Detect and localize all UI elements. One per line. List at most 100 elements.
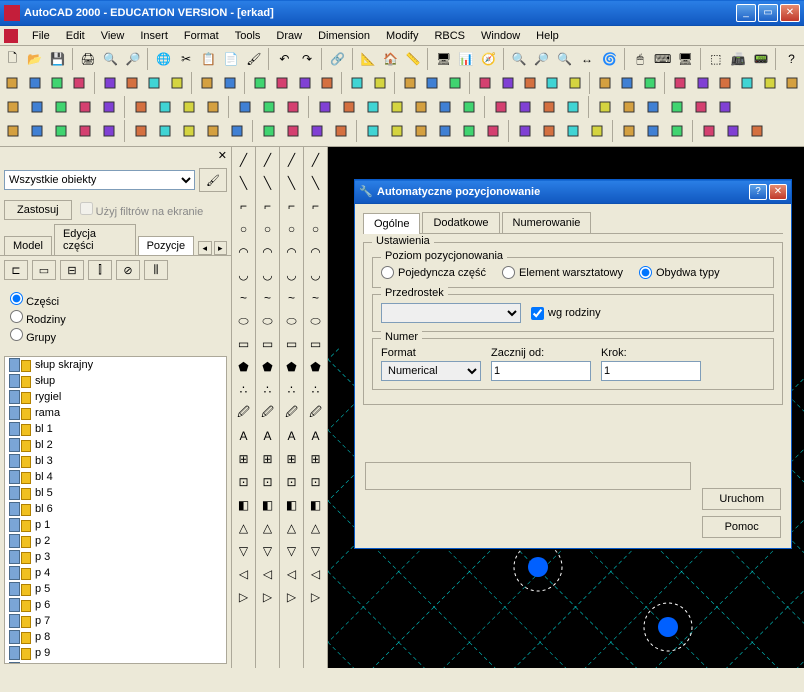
tool-button[interactable]: ◠ [257, 241, 279, 263]
tree-item[interactable]: p 7 [5, 613, 226, 629]
toolbar-button[interactable] [715, 72, 735, 94]
tool-button[interactable]: △ [305, 517, 327, 539]
toolbar-button[interactable] [26, 120, 48, 142]
tool-button[interactable]: ◁ [281, 563, 303, 585]
toolbar-button[interactable] [122, 72, 142, 94]
tool-button[interactable]: ⊞ [257, 448, 279, 470]
tool-button[interactable]: 🖉 [305, 402, 327, 424]
tool-button[interactable]: ◧ [281, 494, 303, 516]
tree-item[interactable]: p 2 [5, 533, 226, 549]
dialog-close-button[interactable]: ✕ [769, 184, 787, 200]
help-button[interactable]: Pomoc [702, 516, 781, 538]
tool-button[interactable]: ╲ [257, 172, 279, 194]
toolbar-button[interactable] [497, 72, 517, 94]
menu-insert[interactable]: Insert [132, 28, 176, 44]
tool-button[interactable]: ○ [233, 218, 255, 240]
toolbar-button[interactable] [458, 120, 480, 142]
tool-button[interactable]: ▷ [281, 586, 303, 608]
toolbar-button[interactable]: 🔍 [509, 48, 530, 70]
tool-button[interactable]: ⊞ [305, 448, 327, 470]
tool-button[interactable]: A [257, 425, 279, 447]
view-icon[interactable]: ⊘ [116, 260, 140, 280]
toolbar-button[interactable]: 🌀 [599, 48, 620, 70]
tool-button[interactable]: ⌐ [257, 195, 279, 217]
tool-button[interactable]: ▷ [257, 586, 279, 608]
toolbar-button[interactable] [410, 96, 432, 118]
tree-item[interactable]: p 5 [5, 581, 226, 597]
toolbar-button[interactable] [490, 96, 512, 118]
dialog-tab-numbering[interactable]: Numerowanie [502, 212, 592, 233]
tool-button[interactable]: ⬟ [305, 356, 327, 378]
tree-item[interactable]: p 4 [5, 565, 226, 581]
tool-button[interactable]: ⊡ [305, 471, 327, 493]
tool-button[interactable]: ▭ [233, 333, 255, 355]
tool-button[interactable]: ⬟ [281, 356, 303, 378]
tool-button[interactable]: ⬭ [281, 310, 303, 332]
toolbar-button[interactable] [586, 120, 608, 142]
tree-item[interactable]: bl 5 [5, 485, 226, 501]
tool-button[interactable]: 🖉 [233, 402, 255, 424]
toolbar-button[interactable] [314, 96, 336, 118]
toolbar-button[interactable] [282, 120, 304, 142]
toolbar-button[interactable] [2, 72, 22, 94]
toolbar-button[interactable] [542, 72, 562, 94]
toolbar-button[interactable] [234, 96, 256, 118]
tool-button[interactable]: 🖉 [257, 402, 279, 424]
tool-button[interactable]: ╱ [257, 149, 279, 171]
tool-button[interactable]: △ [233, 517, 255, 539]
toolbar-button[interactable] [202, 120, 224, 142]
tool-button[interactable]: ◁ [233, 563, 255, 585]
tree-item[interactable]: słup skrajny [5, 357, 226, 373]
tool-button[interactable]: ▭ [305, 333, 327, 355]
toolbar-button[interactable] [130, 96, 152, 118]
toolbar-button[interactable] [458, 96, 480, 118]
tool-button[interactable]: ◠ [233, 241, 255, 263]
tool-button[interactable]: ◡ [281, 264, 303, 286]
tool-button[interactable]: ⬭ [257, 310, 279, 332]
toolbar-button[interactable] [642, 120, 664, 142]
toolbar-button[interactable]: 🖥 [433, 48, 454, 70]
toolbar-button[interactable]: 📄 [221, 48, 242, 70]
tool-button[interactable]: ∴ [281, 379, 303, 401]
toolbar-button[interactable] [445, 72, 465, 94]
toolbar-button[interactable] [422, 72, 442, 94]
tool-button[interactable]: ◧ [305, 494, 327, 516]
filter-apply-icon[interactable]: 🖌 [199, 168, 227, 192]
tool-button[interactable]: ▷ [305, 586, 327, 608]
toolbar-button[interactable] [47, 72, 67, 94]
toolbar-button[interactable] [538, 96, 560, 118]
toolbar-button[interactable] [434, 96, 456, 118]
tool-button[interactable]: ∴ [305, 379, 327, 401]
toolbar-button[interactable]: 📟 [751, 48, 772, 70]
toolbar-button[interactable] [410, 120, 432, 142]
tool-button[interactable]: ▭ [281, 333, 303, 355]
toolbar-button[interactable] [306, 120, 328, 142]
tool-button[interactable]: ⊞ [281, 448, 303, 470]
menu-format[interactable]: Format [176, 28, 227, 44]
tab-nav-left[interactable]: ◂ [198, 241, 211, 255]
tool-button[interactable]: ╲ [233, 172, 255, 194]
tool-button[interactable]: ∴ [257, 379, 279, 401]
tree-item[interactable]: bl 4 [5, 469, 226, 485]
dialog-tab-general[interactable]: Ogólne [363, 213, 420, 234]
toolbar-button[interactable] [2, 120, 24, 142]
tree-item[interactable]: rygiel [5, 389, 226, 405]
toolbar-button[interactable]: ⌨ [652, 48, 673, 70]
toolbar-button[interactable] [520, 72, 540, 94]
tool-button[interactable]: A [233, 425, 255, 447]
toolbar-button[interactable]: 💾 [47, 48, 68, 70]
radio-parts[interactable]: Części [10, 292, 221, 308]
tool-button[interactable]: ⬭ [305, 310, 327, 332]
tool-button[interactable]: 🖉 [281, 402, 303, 424]
toolbar-button[interactable] [562, 120, 584, 142]
tree-item[interactable]: słup [5, 373, 226, 389]
dialog-tab-additional[interactable]: Dodatkowe [422, 212, 499, 233]
toolbar-button[interactable] [670, 72, 690, 94]
tool-button[interactable]: ◡ [305, 264, 327, 286]
toolbar-button[interactable] [219, 72, 239, 94]
menu-view[interactable]: View [93, 28, 133, 44]
toolbar-button[interactable] [595, 72, 615, 94]
toolbar-button[interactable] [272, 72, 292, 94]
tree-item[interactable]: p 8 [5, 629, 226, 645]
toolbar-button[interactable] [226, 120, 248, 142]
